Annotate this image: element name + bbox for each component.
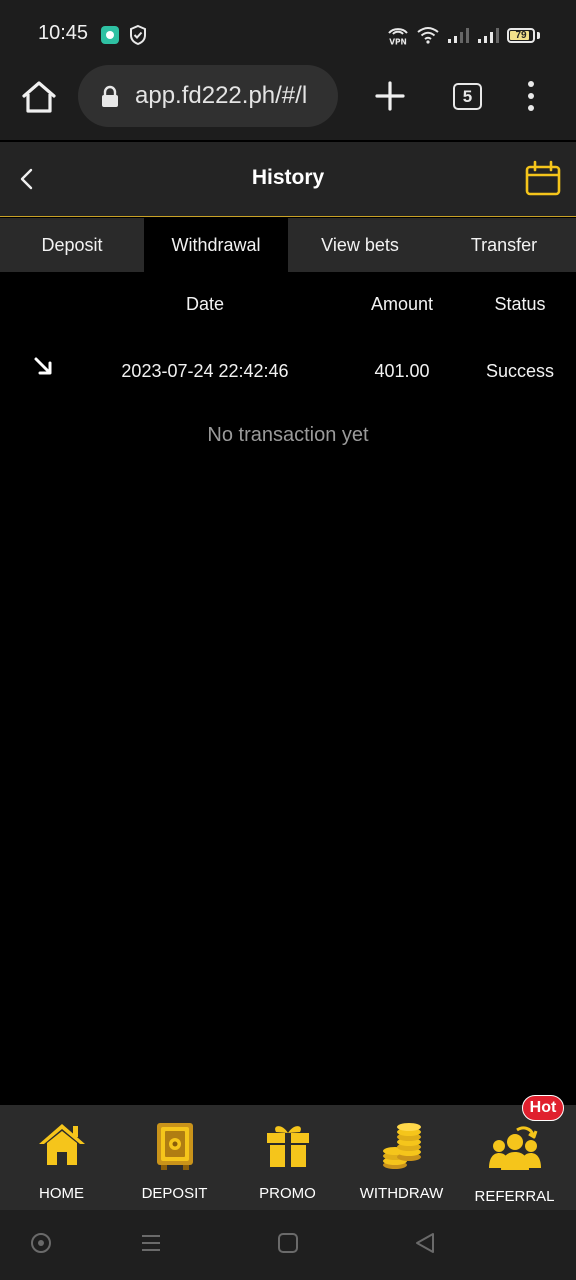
nav-label-promo: PROMO	[259, 1185, 316, 1202]
nav-referral[interactable]: REFERRAL	[457, 1108, 572, 1213]
home-icon	[38, 1124, 85, 1165]
gift-icon	[266, 1126, 309, 1167]
battery-level: 79	[515, 29, 527, 41]
nav-withdraw[interactable]: WITHDRAW	[344, 1105, 459, 1210]
browser-toolbar: app.fd222.ph/#/l 5	[0, 60, 576, 140]
group-icon	[488, 1126, 541, 1170]
battery-icon: 79	[507, 27, 535, 43]
page-title: History	[251, 166, 325, 189]
plus-icon[interactable]	[372, 78, 408, 114]
tab-withdrawal[interactable]: Withdrawal	[144, 218, 288, 272]
nav-deposit[interactable]: DEPOSIT	[117, 1105, 232, 1210]
more-icon[interactable]	[520, 79, 542, 113]
column-header-amount: Amount	[370, 294, 434, 314]
url-text: app.fd222.ph/#/l	[135, 82, 308, 109]
signal-icon	[478, 28, 499, 43]
tab-transfer[interactable]: Transfer	[432, 218, 576, 272]
home-square-icon[interactable]	[277, 1232, 299, 1254]
assistant-icon[interactable]	[30, 1232, 52, 1254]
system-nav-bar	[0, 1210, 576, 1280]
coins-icon	[382, 1123, 421, 1169]
home-icon[interactable]	[20, 78, 58, 116]
nav-label-home: HOME	[39, 1185, 84, 1202]
app-notification-icon	[101, 26, 119, 44]
bottom-nav: HOME DEPOSIT PROMO WITHDRAW REFERRAL	[0, 1105, 576, 1210]
status-time: 10:45	[38, 22, 89, 44]
status-bar: 10:45 VPN 79	[0, 0, 576, 60]
signal-icon	[448, 28, 469, 43]
nav-label-deposit: DEPOSIT	[141, 1185, 208, 1202]
calendar-icon[interactable]	[524, 160, 562, 198]
tab-count: 5	[462, 86, 473, 106]
row-date: 2023-07-24 22:42:46	[121, 361, 289, 381]
address-bar[interactable]: app.fd222.ph/#/l	[78, 65, 338, 127]
nav-home[interactable]: HOME	[4, 1105, 119, 1210]
tabs-button[interactable]: 5	[453, 83, 482, 110]
nav-label-referral: REFERRAL	[474, 1188, 555, 1205]
table-row[interactable]: 2023-07-24 22:42:46 401.00 Success	[0, 357, 576, 385]
vpn-label: VPN	[389, 38, 407, 47]
lock-icon	[102, 85, 118, 107]
shield-icon	[130, 24, 146, 46]
vpn-icon: VPN	[388, 28, 408, 47]
table-header: Date Amount Status	[0, 294, 576, 316]
hot-badge: Hot	[522, 1095, 564, 1121]
back-triangle-icon[interactable]	[414, 1232, 436, 1254]
recents-icon[interactable]	[140, 1232, 162, 1254]
safe-icon	[156, 1123, 193, 1170]
empty-message: No transaction yet	[207, 424, 369, 446]
nav-promo[interactable]: PROMO	[230, 1105, 345, 1210]
column-header-date: Date	[185, 294, 225, 314]
tab-deposit[interactable]: Deposit	[0, 218, 144, 272]
page-header: History	[0, 142, 576, 217]
column-header-status: Status	[494, 294, 546, 314]
wifi-icon	[417, 27, 439, 44]
history-tabs: Deposit Withdrawal View bets Transfer	[0, 218, 576, 272]
nav-label-withdraw: WITHDRAW	[359, 1185, 444, 1202]
status-indicators: VPN 79	[387, 24, 540, 46]
row-status: Success	[485, 361, 555, 381]
arrow-down-right-icon	[34, 357, 52, 375]
tab-view-bets[interactable]: View bets	[288, 218, 432, 272]
row-amount: 401.00	[374, 361, 430, 381]
